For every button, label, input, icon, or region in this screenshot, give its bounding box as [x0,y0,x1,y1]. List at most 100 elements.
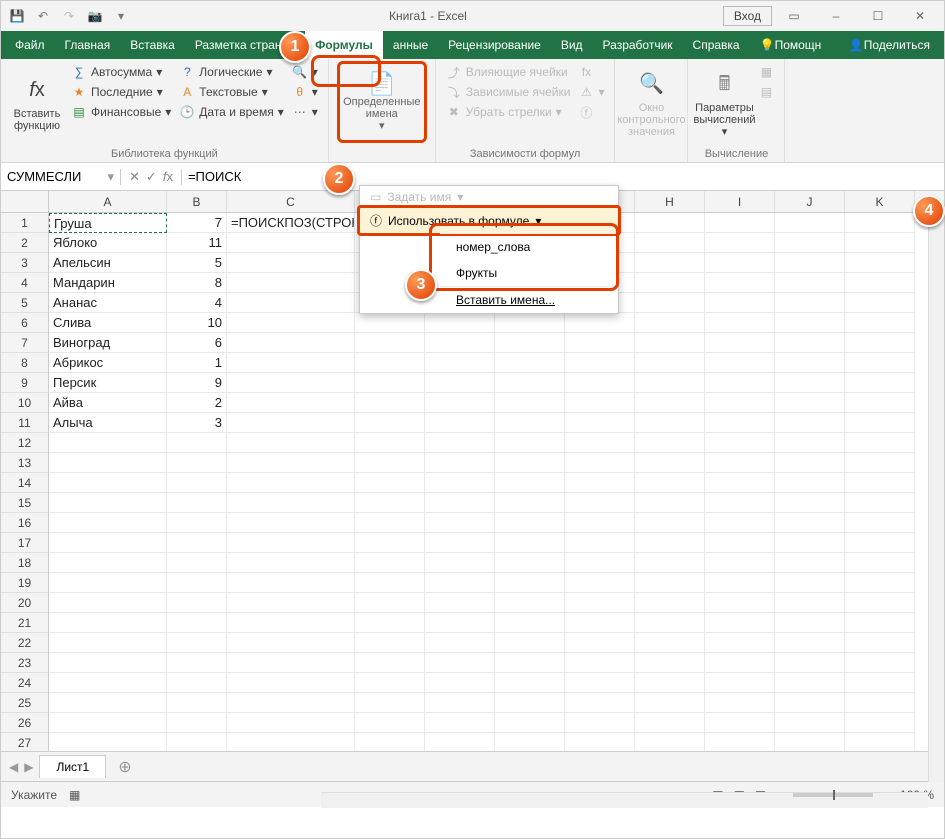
cell[interactable]: Айва [49,393,167,413]
cell[interactable] [845,333,915,353]
cell[interactable] [425,373,495,393]
cell[interactable] [845,373,915,393]
cell[interactable] [495,513,565,533]
cell[interactable] [425,353,495,373]
cell[interactable] [355,593,425,613]
cell[interactable] [355,513,425,533]
cell[interactable] [775,393,845,413]
cell[interactable]: 7 [167,213,227,233]
row-header[interactable]: 12 [1,433,48,453]
cell[interactable] [635,493,705,513]
tab-home[interactable]: Главная [55,31,121,59]
row-header[interactable]: 5 [1,293,48,313]
cell[interactable] [167,573,227,593]
cell[interactable] [49,473,167,493]
cell[interactable] [425,573,495,593]
cell[interactable] [845,693,915,713]
cell[interactable] [775,673,845,693]
cell[interactable] [49,433,167,453]
cell[interactable]: 9 [167,373,227,393]
cell[interactable]: Персик [49,373,167,393]
cell[interactable] [845,293,915,313]
cell[interactable] [227,333,355,353]
row-header[interactable]: 9 [1,373,48,393]
cell[interactable] [775,733,845,751]
cell[interactable] [495,353,565,373]
cell[interactable] [355,553,425,573]
insert-function-button[interactable]: fx Вставить функцию [9,63,65,143]
cell[interactable] [845,613,915,633]
cell[interactable] [845,253,915,273]
cell[interactable] [635,333,705,353]
cell[interactable] [355,333,425,353]
cell[interactable] [355,493,425,513]
select-all-corner[interactable] [1,191,49,212]
cell[interactable] [167,593,227,613]
sheet-nav-next[interactable]: ▶ [24,760,33,774]
cell[interactable] [355,633,425,653]
name-item-2[interactable]: Фрукты [440,260,618,286]
cell[interactable] [705,453,775,473]
cell[interactable] [705,273,775,293]
cell[interactable] [635,473,705,493]
cell[interactable] [635,673,705,693]
cell[interactable] [355,473,425,493]
cell[interactable] [495,313,565,333]
cell[interactable] [495,493,565,513]
cell[interactable] [635,553,705,573]
cell[interactable] [49,453,167,473]
cell[interactable] [775,213,845,233]
cell[interactable] [845,633,915,653]
cell[interactable] [705,293,775,313]
cell[interactable] [635,653,705,673]
cell[interactable] [635,233,705,253]
financial-button[interactable]: ▤Финансовые ▾ [69,103,173,121]
cell[interactable] [845,513,915,533]
cell[interactable]: Апельсин [49,253,167,273]
cell[interactable] [227,293,355,313]
row-header[interactable]: 11 [1,413,48,433]
row-header[interactable]: 6 [1,313,48,333]
cell[interactable] [775,353,845,373]
cell[interactable] [705,353,775,373]
cell[interactable] [355,453,425,473]
tab-tell[interactable]: 💡 Помощн [750,31,832,59]
datetime-button[interactable]: 🕒Дата и время ▾ [177,103,285,121]
cell[interactable] [49,493,167,513]
cell[interactable] [635,293,705,313]
cell[interactable] [355,393,425,413]
cell[interactable] [425,513,495,533]
cell[interactable] [167,733,227,751]
cell[interactable] [845,213,915,233]
cell[interactable] [167,673,227,693]
cell[interactable] [775,493,845,513]
cell[interactable] [635,593,705,613]
cell[interactable] [49,613,167,633]
cell[interactable] [705,653,775,673]
cell[interactable] [565,693,635,713]
cell[interactable] [635,613,705,633]
cell[interactable]: Ананас [49,293,167,313]
cell[interactable] [167,633,227,653]
cell[interactable] [167,533,227,553]
cell[interactable] [845,673,915,693]
cell[interactable] [49,553,167,573]
cell[interactable] [167,653,227,673]
cell[interactable] [845,653,915,673]
cell[interactable]: 3 [167,413,227,433]
cell[interactable] [565,433,635,453]
cell[interactable] [227,593,355,613]
cell[interactable] [355,613,425,633]
cell[interactable] [495,413,565,433]
cell[interactable] [775,233,845,253]
enter-icon[interactable]: ✓ [146,169,157,185]
cell[interactable] [425,533,495,553]
math-button[interactable]: θ▾ [290,83,320,101]
cell[interactable] [635,213,705,233]
cell[interactable] [49,513,167,533]
lookup-button[interactable]: 🔍▾ [290,63,320,81]
cell[interactable]: Груша [49,213,167,233]
paste-names-item[interactable]: Вставить имена... [440,286,618,313]
cell[interactable] [495,453,565,473]
cell[interactable] [355,733,425,751]
